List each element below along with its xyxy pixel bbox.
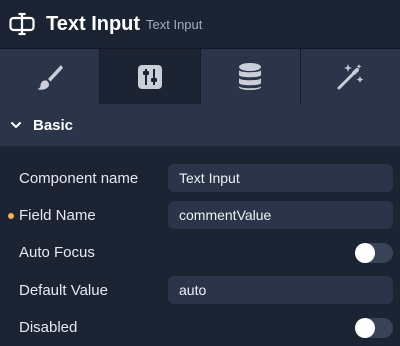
- tab-properties[interactable]: [100, 49, 201, 105]
- property-row-auto-focus: Auto Focus: [0, 238, 400, 268]
- sliders-icon: [137, 65, 162, 89]
- component-name-label: Component name: [19, 170, 139, 187]
- default-value-label: Default Value: [19, 282, 108, 299]
- tab-data[interactable]: [200, 49, 301, 105]
- toggle-knob: [355, 243, 375, 263]
- modified-indicator: [8, 213, 14, 219]
- panel-header: Text Input Text Input: [0, 0, 400, 48]
- property-row-field-name: Field Name commentValue: [0, 201, 400, 231]
- disabled-label: Disabled: [19, 319, 78, 336]
- disabled-toggle[interactable]: [355, 318, 393, 338]
- inspector-tabs: [0, 48, 400, 105]
- database-icon: [239, 63, 262, 90]
- tab-events[interactable]: [300, 49, 400, 105]
- text-input-icon: [9, 12, 35, 36]
- section-basic-header[interactable]: Basic: [0, 104, 400, 146]
- component-title: Text Input: [46, 13, 141, 35]
- paintbrush-icon: [37, 65, 63, 90]
- component-type-label: Text Input: [146, 17, 203, 32]
- property-row-component-name: Component name Text Input: [0, 164, 400, 194]
- property-row-default-value: Default Value auto: [0, 276, 400, 306]
- field-name-label: Field Name: [19, 207, 96, 224]
- property-row-disabled: Disabled: [0, 313, 400, 343]
- tab-style[interactable]: [0, 49, 101, 105]
- auto-focus-toggle[interactable]: [355, 243, 393, 263]
- field-name-input[interactable]: commentValue: [168, 201, 393, 229]
- default-value-input[interactable]: auto: [168, 276, 393, 304]
- toggle-knob: [355, 318, 375, 338]
- magic-wand-icon: [337, 64, 364, 90]
- chevron-down-icon: [11, 122, 21, 128]
- auto-focus-label: Auto Focus: [19, 244, 95, 261]
- section-title: Basic: [33, 117, 74, 134]
- component-name-input[interactable]: Text Input: [168, 164, 393, 192]
